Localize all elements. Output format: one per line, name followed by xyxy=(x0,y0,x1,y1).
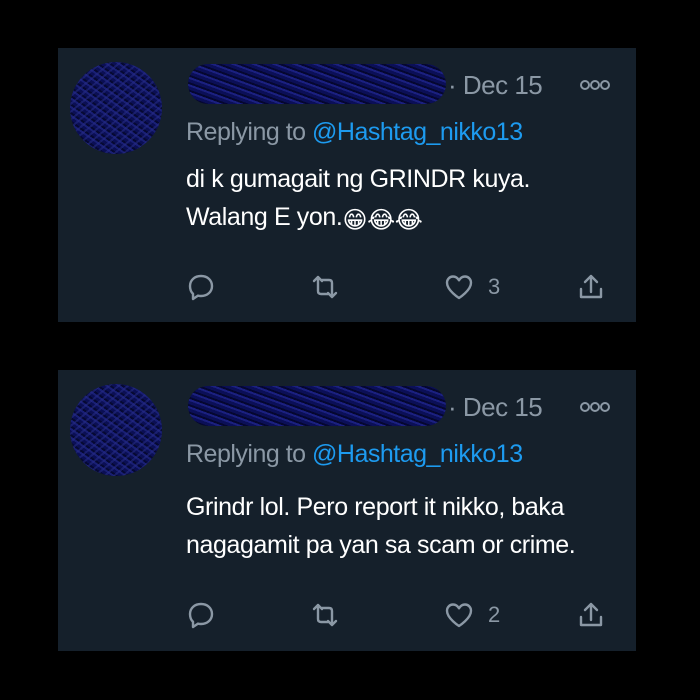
share-icon xyxy=(579,602,603,627)
avatar[interactable] xyxy=(70,62,162,154)
tears-of-joy-emoji: 😂 xyxy=(394,207,423,234)
tweet-actions: 2 xyxy=(186,598,626,632)
tweet-date[interactable]: · Dec 15 xyxy=(448,392,543,423)
retweet-icon xyxy=(312,603,338,627)
tweet-actions: 3 xyxy=(186,270,626,304)
tweet-text: di k gumagait ng GRINDR kuya. Walang E y… xyxy=(186,160,626,236)
like-count: 2 xyxy=(488,602,501,627)
reply-icon xyxy=(188,602,214,629)
tweet-card[interactable]: · Dec 15 Replying to @Hashtag_nikko13 di… xyxy=(58,48,636,322)
avatar[interactable] xyxy=(70,384,162,476)
replying-to: Replying to @Hashtag_nikko13 xyxy=(186,118,523,147)
like-button[interactable]: 3 xyxy=(444,270,500,304)
redacted-username xyxy=(188,386,446,426)
tweet-text-line-2: Walang E yon.😁😂😂 xyxy=(186,198,626,236)
reply-button[interactable] xyxy=(186,598,216,632)
share-icon xyxy=(579,274,603,299)
replying-to-handle[interactable]: @Hashtag_nikko13 xyxy=(312,118,523,146)
share-button[interactable] xyxy=(576,270,606,304)
like-button[interactable]: 2 xyxy=(444,598,500,632)
more-icon[interactable] xyxy=(580,400,610,414)
tweet-text: Grindr lol. Pero report it nikko, baka n… xyxy=(186,488,626,564)
more-icon[interactable] xyxy=(580,78,610,92)
share-button[interactable] xyxy=(576,598,606,632)
replying-to-label: Replying to xyxy=(186,118,313,146)
replying-to-handle[interactable]: @Hashtag_nikko13 xyxy=(312,440,523,468)
tears-of-joy-emoji: 😂 xyxy=(367,207,395,234)
tweet-text-line: di k gumagait ng GRINDR kuya. xyxy=(186,165,531,193)
reply-icon xyxy=(188,274,214,301)
tweet-text-line: nagagamit pa yan sa scam or crime. xyxy=(186,531,576,559)
reply-button[interactable] xyxy=(186,270,216,304)
retweet-icon xyxy=(312,275,338,299)
grin-emoji: 😁 xyxy=(342,207,368,234)
tweet-date[interactable]: · Dec 15 xyxy=(448,70,543,101)
retweet-button[interactable] xyxy=(310,598,340,632)
replying-to: Replying to @Hashtag_nikko13 xyxy=(186,440,523,469)
like-icon xyxy=(445,275,473,300)
like-count: 3 xyxy=(488,274,501,299)
tweet-text-line: Grindr lol. Pero report it nikko, baka xyxy=(186,493,565,521)
tweet-text-line: Walang E yon. xyxy=(186,203,343,231)
like-icon xyxy=(445,603,473,628)
tweet-card[interactable]: · Dec 15 Replying to @Hashtag_nikko13 Gr… xyxy=(58,370,636,651)
retweet-button[interactable] xyxy=(310,270,340,304)
replying-to-label: Replying to xyxy=(186,440,313,468)
redacted-username xyxy=(188,64,446,104)
